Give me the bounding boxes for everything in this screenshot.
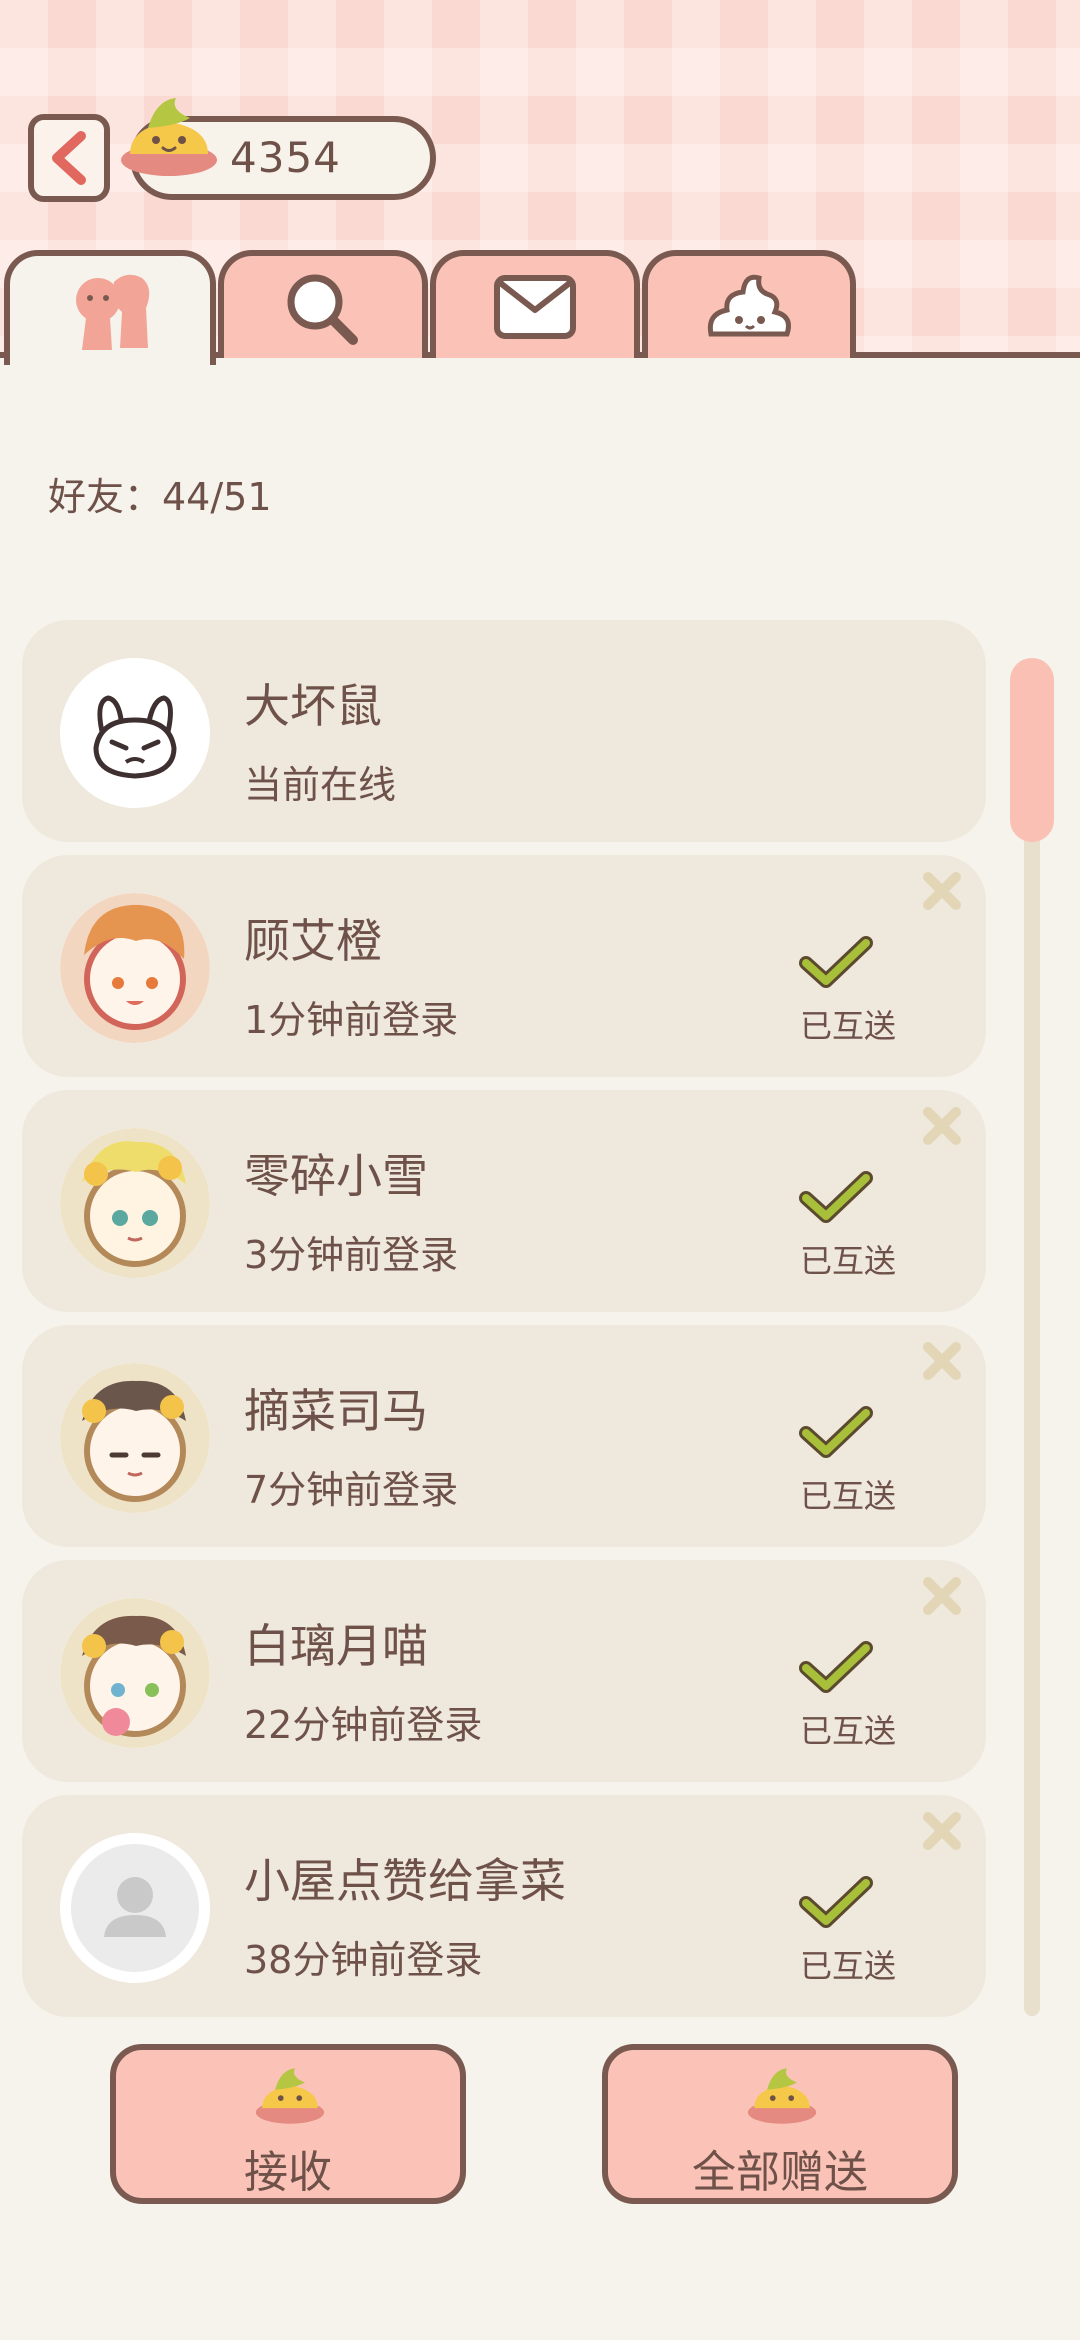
mutual-sent-label: 已互送	[800, 1477, 897, 1515]
poop-coin-icon	[747, 2068, 817, 2124]
friends-list: 大坏鼠 当前在线 顾艾橙 1分钟前登录 已互送 零碎小雪 3分钟前登录 已互送 …	[22, 620, 986, 2030]
mutual-sent-label: 已互送	[800, 1947, 897, 1985]
friend-status: 38分钟前登录	[244, 1938, 483, 1982]
avatar	[60, 1128, 210, 1278]
receive-label: 接收	[244, 2147, 332, 2198]
friend-status: 7分钟前登录	[244, 1468, 459, 1512]
close-icon[interactable]	[920, 1339, 964, 1383]
scrollbar-track[interactable]	[1024, 660, 1040, 2016]
list-item[interactable]: 顾艾橙 1分钟前登录 已互送	[22, 855, 986, 1077]
list-item[interactable]: 大坏鼠 当前在线	[22, 620, 986, 842]
friend-name: 小屋点赞给拿菜	[244, 1854, 566, 1908]
mail-icon	[494, 275, 576, 339]
poop-coin-icon	[255, 2068, 325, 2124]
close-icon[interactable]	[920, 869, 964, 913]
check-icon	[799, 1641, 873, 1693]
close-icon[interactable]	[920, 1809, 964, 1853]
mutual-sent-label: 已互送	[800, 1712, 897, 1750]
poop-icon	[707, 274, 791, 337]
list-item[interactable]: 零碎小雪 3分钟前登录 已互送	[22, 1090, 986, 1312]
friend-name: 白璃月喵	[244, 1619, 428, 1673]
tab-search[interactable]	[218, 250, 428, 358]
friend-name: 顾艾橙	[244, 914, 382, 968]
list-item[interactable]: 摘菜司马 7分钟前登录 已互送	[22, 1325, 986, 1547]
list-item[interactable]: 小屋点赞给拿菜 38分钟前登录 已互送	[22, 1795, 986, 2017]
currency-value: 4354	[230, 133, 341, 182]
friend-name: 摘菜司马	[244, 1384, 428, 1438]
check-icon	[799, 1406, 873, 1458]
friend-status: 3分钟前登录	[244, 1233, 459, 1277]
check-icon	[799, 1171, 873, 1223]
list-item[interactable]: 白璃月喵 22分钟前登录 已互送	[22, 1560, 986, 1782]
check-icon	[799, 1876, 873, 1928]
poop-coin-icon	[121, 98, 217, 176]
tab-mail[interactable]	[430, 250, 640, 358]
friend-status: 22分钟前登录	[244, 1703, 483, 1747]
avatar	[60, 893, 210, 1043]
friend-name: 零碎小雪	[244, 1149, 428, 1203]
mutual-sent-label: 已互送	[800, 1242, 897, 1280]
chevron-left-icon	[52, 131, 86, 185]
avatar	[60, 658, 210, 808]
avatar	[60, 1598, 210, 1748]
tab-friends[interactable]	[4, 250, 216, 365]
tab-poop[interactable]	[642, 250, 856, 358]
receive-button[interactable]: 接收	[110, 2044, 466, 2204]
mutual-sent-label: 已互送	[800, 1007, 897, 1045]
friend-status: 1分钟前登录	[244, 998, 459, 1042]
close-icon[interactable]	[920, 1104, 964, 1148]
friend-status: 当前在线	[244, 763, 397, 807]
scrollbar-thumb[interactable]	[1010, 658, 1054, 842]
send-all-label: 全部赠送	[692, 2147, 868, 2198]
check-icon	[799, 936, 873, 988]
character-avatar-icon	[60, 1128, 210, 1278]
back-button[interactable]	[28, 114, 110, 202]
rabbit-icon	[60, 658, 210, 808]
friends-icon	[76, 274, 150, 350]
close-icon[interactable]	[920, 1574, 964, 1618]
send-all-button[interactable]: 全部赠送	[602, 2044, 958, 2204]
search-icon	[287, 274, 358, 345]
friend-name: 大坏鼠	[244, 679, 382, 733]
friends-count: 好友：44/51	[48, 475, 272, 519]
character-avatar-icon	[60, 1598, 210, 1748]
avatar	[60, 1833, 210, 1983]
default-user-icon	[60, 1833, 210, 1983]
avatar	[60, 1363, 210, 1513]
character-avatar-icon	[60, 893, 210, 1043]
character-avatar-icon	[60, 1363, 210, 1513]
